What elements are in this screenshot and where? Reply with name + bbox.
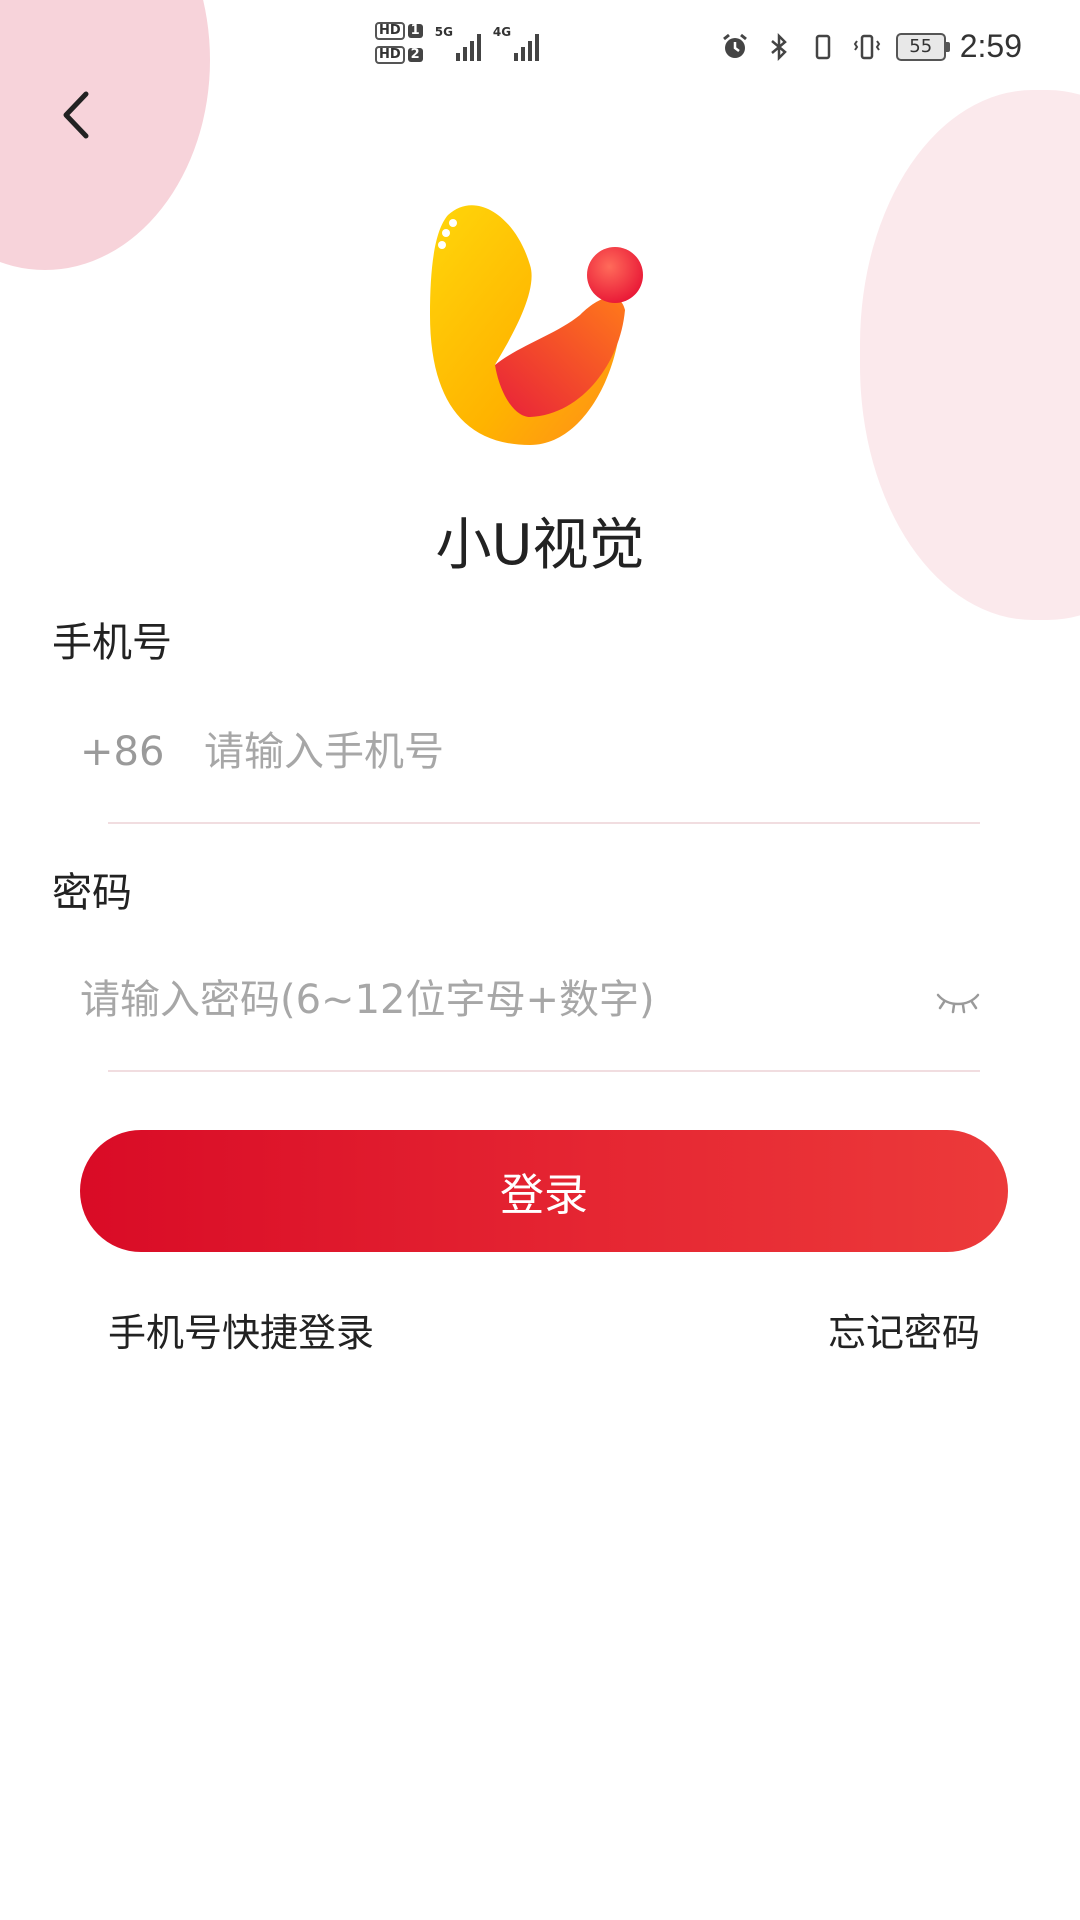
login-button[interactable]: 登录 — [80, 1130, 1008, 1252]
signal-bar — [535, 34, 540, 61]
password-input-row — [80, 960, 982, 1040]
status-bar: HD 1 HD 2 5G 4G 55 2:59 — [0, 0, 1080, 100]
app-logo-icon — [430, 205, 643, 445]
signal-bar — [469, 41, 474, 61]
signal-bar — [462, 47, 467, 61]
quick-login-link[interactable]: 手机号快捷登录 — [108, 1302, 374, 1357]
phone-input[interactable] — [204, 729, 982, 775]
battery-level: 55 — [909, 36, 933, 57]
battery-indicator: 55 — [895, 32, 950, 61]
signal-bar — [476, 34, 481, 61]
eye-closed-icon[interactable] — [934, 985, 982, 1015]
sim1-number: 1 — [407, 24, 423, 38]
network-4g-label: 4G — [492, 25, 512, 39]
forgot-password-link[interactable]: 忘记密码 — [828, 1302, 980, 1357]
phone-label: 手机号 — [52, 620, 172, 666]
sim-signal-group: HD 1 HD 2 5G 4G — [375, 22, 540, 64]
app-name: 小U视觉 — [435, 513, 645, 578]
signal-bar — [514, 53, 519, 61]
bluetooth-icon — [770, 32, 787, 61]
signal-bar — [521, 47, 526, 61]
vibrate-icon — [853, 34, 880, 59]
network-5g-label: 5G — [434, 25, 453, 39]
sim1-hd-label: HD — [375, 22, 405, 40]
signal-5g: 5G — [435, 25, 481, 61]
password-label: 密码 — [52, 870, 132, 916]
back-chevron-icon[interactable] — [52, 80, 102, 150]
login-screen: HD 1 HD 2 5G 4G 55 2:59 小U视觉 手机号 +86 请输入… — [0, 0, 1080, 1920]
signal-bar — [528, 41, 533, 61]
phone-input-row: +86 — [80, 712, 982, 792]
status-icons: 55 2:59 — [720, 28, 1022, 65]
phone-icon — [815, 34, 830, 59]
alarm-icon — [722, 33, 747, 58]
phone-divider — [108, 822, 980, 824]
signal-bar — [455, 53, 460, 61]
clock: 2:59 — [959, 28, 1022, 64]
sim-badges: HD 1 HD 2 — [375, 22, 423, 64]
sim1-badge: HD 1 — [375, 22, 423, 40]
password-divider — [108, 1070, 980, 1072]
password-input[interactable] — [80, 977, 924, 1023]
sim2-hd-label: HD — [375, 46, 405, 64]
sim2-number: 2 — [407, 48, 423, 62]
signal-4g: 4G — [492, 25, 540, 61]
country-code[interactable]: +86 — [80, 729, 204, 775]
sim2-badge: HD 2 — [375, 46, 423, 64]
